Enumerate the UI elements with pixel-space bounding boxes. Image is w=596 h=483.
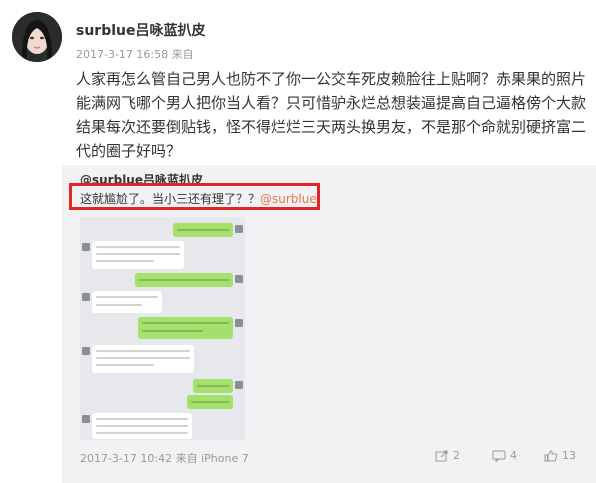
avatar-image (12, 12, 62, 62)
chat-bubble (92, 241, 184, 269)
post-username[interactable]: surblue吕咏蓝扒皮 (76, 20, 206, 40)
comment-count: 4 (510, 449, 517, 462)
post-timestamp[interactable]: 2017-3-17 16:58 (76, 48, 168, 61)
avatar[interactable] (12, 12, 62, 62)
chat-bubble (193, 379, 233, 393)
repost-quote: 这就尴尬了。当小三还有理了？？@surblue (80, 190, 317, 207)
chat-avatar (235, 225, 243, 233)
chat-avatar (82, 347, 90, 355)
chat-avatar (235, 319, 243, 327)
chat-avatar (235, 275, 243, 283)
chat-bubble (92, 413, 192, 439)
chat-avatar (82, 293, 90, 301)
chat-bubble (173, 223, 233, 237)
comment-button[interactable]: 4 (492, 449, 517, 462)
repost-footer: 2017-3-17 10:42 来自 iPhone 7 (80, 452, 249, 465)
share-button[interactable]: 2 (435, 449, 460, 462)
share-icon (435, 450, 448, 461)
chat-bubble (138, 317, 233, 339)
chat-avatar (235, 381, 243, 389)
like-count: 13 (562, 449, 576, 462)
post-body: 人家再怎么管自己男人也防不了你一公交车死皮赖脸往上贴啊？赤果果的照片能满网飞哪个… (76, 70, 587, 160)
chat-bubble (187, 395, 233, 409)
chat-bubble (135, 273, 233, 287)
chat-bubble (92, 291, 162, 313)
chat-screenshot-image[interactable] (80, 217, 245, 440)
repost-mention[interactable]: @surblue (260, 192, 317, 206)
thumbs-up-icon (544, 449, 558, 461)
post-source: 来自 (171, 48, 194, 61)
like-button[interactable]: 13 (544, 449, 576, 462)
share-count: 2 (453, 449, 460, 462)
comment-icon (492, 450, 506, 462)
repost-quote-text: 这就尴尬了。当小三还有理了？？ (80, 192, 261, 206)
chat-avatar (82, 415, 90, 423)
chat-bubble (92, 345, 194, 373)
chat-avatar (82, 243, 90, 251)
post-meta: 2017-3-17 16:58 来自 (76, 46, 194, 62)
